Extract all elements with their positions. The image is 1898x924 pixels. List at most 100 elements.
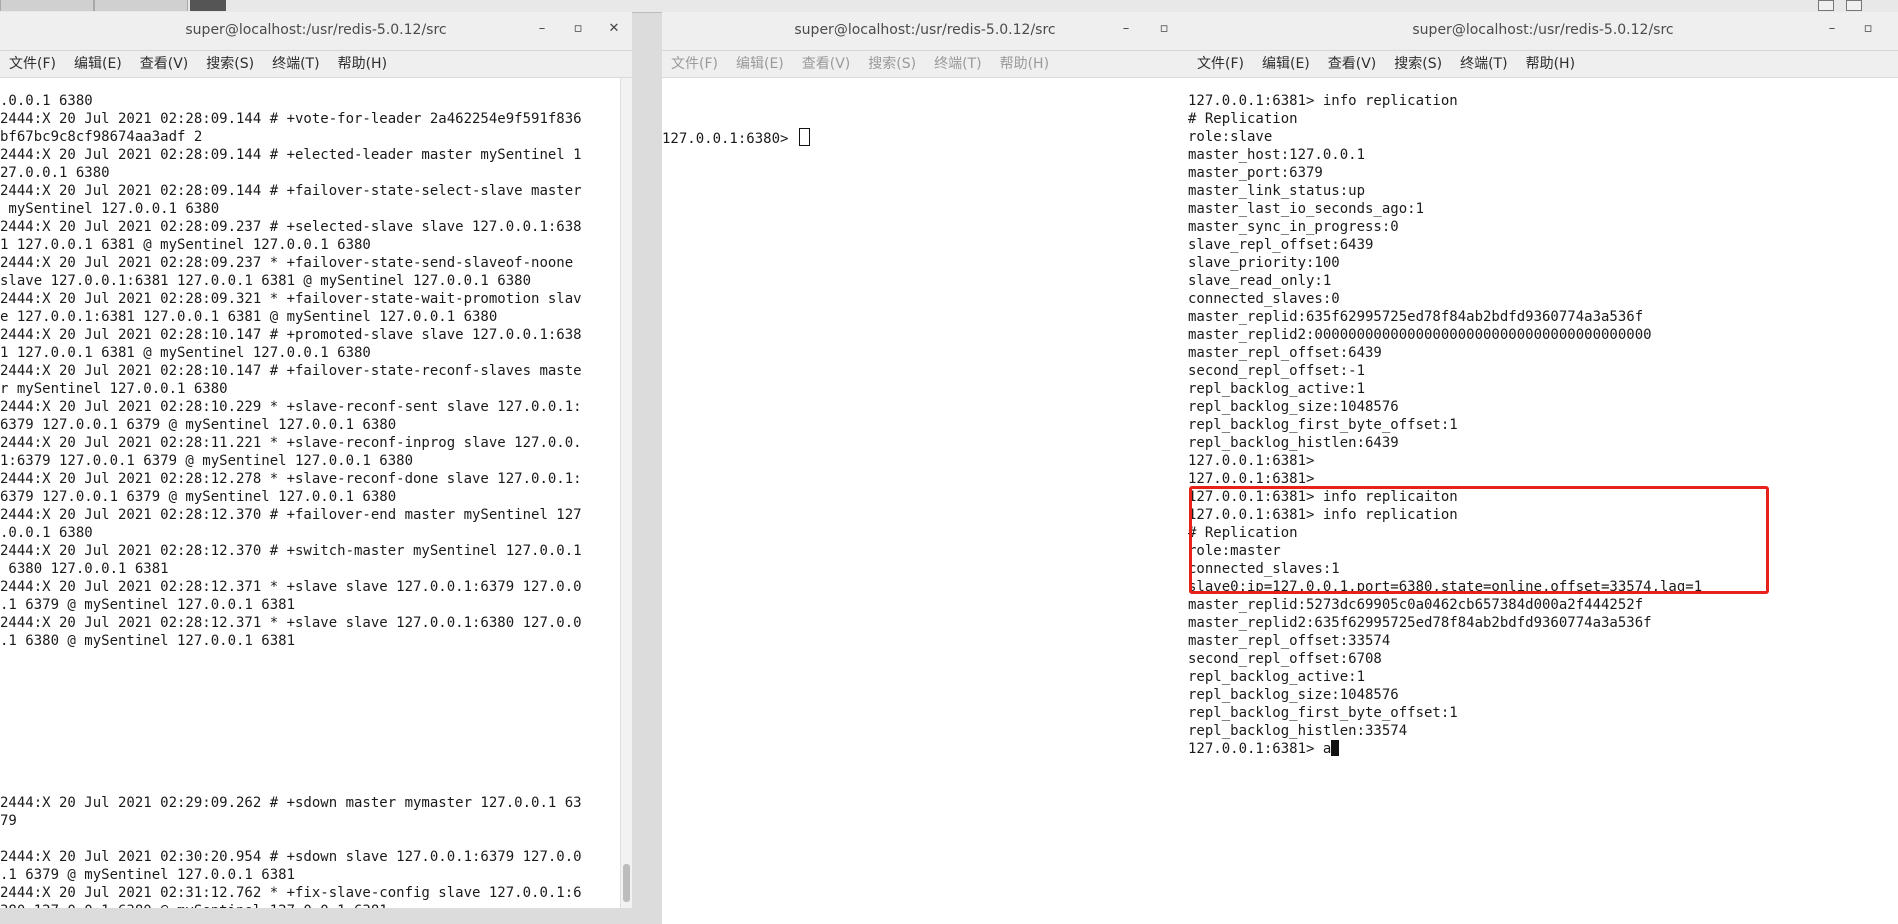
panel-close-icon[interactable]	[1846, 0, 1862, 11]
output-line: master_replid2:635f62995725ed78f84ab2bdf…	[1188, 615, 1652, 631]
text-cursor	[798, 128, 810, 146]
minimize-icon[interactable]: –	[534, 21, 550, 37]
scroll-thumb[interactable]	[623, 864, 630, 902]
titlebar[interactable]: super@localhost:/usr/redis-5.0.12/src – …	[662, 12, 1188, 51]
log-line: 1:6379 127.0.0.1 6379 @ mySentinel 127.0…	[0, 453, 414, 469]
output-line: master_replid:635f62995725ed78f84ab2bdfd…	[1188, 309, 1644, 325]
menu-item[interactable]: 文件(F)	[662, 51, 727, 77]
terminal-output[interactable]: .0.0.1 6380 2444:X 20 Jul 2021 02:28:09.1…	[0, 92, 632, 908]
log-line: 2444:X 20 Jul 2021 02:28:09.237 * +failo…	[0, 255, 574, 271]
log-line: 2444:X 20 Jul 2021 02:28:12.370 # +switc…	[0, 543, 582, 559]
output-line: slave_repl_offset:6439	[1188, 237, 1374, 253]
terminal-prompt-line: 127.0.0.1:6381> a	[1188, 740, 1898, 758]
log-line: .1 6379 @ mySentinel 127.0.0.1 6381	[0, 597, 296, 613]
terminal-window-6380[interactable]: super@localhost:/usr/redis-5.0.12/src – …	[662, 12, 1188, 924]
prompt-text: 127.0.0.1:6380>	[662, 131, 797, 146]
output-line: slave_priority:100	[1188, 255, 1340, 271]
output-line: connected_slaves:0	[1188, 291, 1340, 307]
scrollbar[interactable]	[620, 78, 632, 908]
log-line: 6380 127.0.0.1 6381	[0, 561, 169, 577]
window-title: super@localhost:/usr/redis-5.0.12/src	[1412, 22, 1674, 38]
menu-item[interactable]: 帮助(H)	[329, 51, 396, 77]
output-line: repl_backlog_active:1	[1188, 381, 1366, 397]
log-line: .1 6380 @ mySentinel 127.0.0.1 6381	[0, 633, 296, 649]
log-line: 6379 127.0.0.1 6379 @ mySentinel 127.0.0…	[0, 417, 397, 433]
minimize-icon[interactable]: –	[1118, 21, 1134, 37]
menu-item[interactable]: 终端(T)	[263, 51, 328, 77]
titlebar[interactable]: super@localhost:/usr/redis-5.0.12/src – …	[0, 12, 632, 51]
maximize-icon[interactable]: ▫	[1860, 21, 1876, 37]
log-line: 2444:X 20 Jul 2021 02:29:09.262 # +sdown…	[0, 795, 582, 811]
menu-item[interactable]: 帮助(H)	[991, 51, 1058, 77]
output-line: master_repl_offset:33574	[1188, 633, 1391, 649]
output-line: # Replication	[1188, 111, 1298, 127]
output-line: master_replid2:0000000000000000000000000…	[1188, 327, 1652, 343]
titlebar[interactable]: super@localhost:/usr/redis-5.0.12/src – …	[1188, 12, 1898, 51]
menu-item[interactable]: 搜索(S)	[1385, 51, 1451, 77]
terminal-window-6381[interactable]: super@localhost:/usr/redis-5.0.12/src – …	[1188, 12, 1898, 924]
output-line: repl_backlog_first_byte_offset:1	[1188, 705, 1458, 721]
terminal-output[interactable]: 127.0.0.1:6380>	[662, 92, 1188, 182]
menu-item[interactable]: 查看(V)	[131, 51, 198, 77]
log-line: 2444:X 20 Jul 2021 02:31:12.762 * +fix-s…	[0, 885, 582, 901]
output-line: repl_backlog_size:1048576	[1188, 399, 1399, 415]
log-line: 2444:X 20 Jul 2021 02:28:09.144 # +elect…	[0, 147, 582, 163]
prompt-text: 127.0.0.1:6381>	[1188, 741, 1323, 757]
log-line: 2444:X 20 Jul 2021 02:28:09.321 * +failo…	[0, 291, 582, 307]
menu-item[interactable]: 搜索(S)	[197, 51, 263, 77]
log-line: 2444:X 20 Jul 2021 02:28:09.144 # +failo…	[0, 183, 582, 199]
log-line: 2444:X 20 Jul 2021 02:28:10.229 * +slave…	[0, 399, 582, 415]
terminal-output[interactable]: 127.0.0.1:6381> info replication # Replic…	[1188, 92, 1898, 758]
output-line: repl_backlog_active:1	[1188, 669, 1366, 685]
log-line: 27.0.0.1 6380	[0, 165, 110, 181]
log-line: 1 127.0.0.1 6381 @ mySentinel 127.0.0.1 …	[0, 345, 371, 361]
maximize-icon[interactable]: ▫	[570, 21, 586, 37]
menu-item[interactable]: 终端(T)	[1451, 51, 1516, 77]
log-line: bf67bc9c8cf98674aa3adf 2	[0, 129, 203, 145]
taskbar-thumbnail[interactable]	[190, 0, 226, 11]
output-line: role:slave	[1188, 129, 1273, 145]
menu-item[interactable]: 查看(V)	[793, 51, 860, 77]
menu-item[interactable]: 查看(V)	[1319, 51, 1386, 77]
output-line: 127.0.0.1:6381> info replication	[1188, 93, 1458, 109]
menu-item[interactable]: 编辑(E)	[1253, 51, 1319, 77]
terminal-window-sentinel[interactable]: super@localhost:/usr/redis-5.0.12/src – …	[0, 12, 632, 908]
log-line: 2444:X 20 Jul 2021 02:28:10.147 # +promo…	[0, 327, 582, 343]
log-line: r mySentinel 127.0.0.1 6380	[0, 381, 228, 397]
menu-item[interactable]: 终端(T)	[925, 51, 990, 77]
log-line: 380 127.0.0.1 6380 @ mySentinel 127.0.0.…	[0, 902, 632, 908]
menu-item[interactable]: 编辑(E)	[65, 51, 131, 77]
log-line: .0.0.1 6380	[0, 93, 93, 109]
typed-input[interactable]: a	[1323, 741, 1331, 757]
output-line: slave_read_only:1	[1188, 273, 1332, 289]
close-icon[interactable]: ✕	[606, 21, 622, 37]
menu-item[interactable]: 文件(F)	[1188, 51, 1253, 77]
output-line: 127.0.0.1:6381>	[1188, 453, 1315, 469]
log-line: .1 6379 @ mySentinel 127.0.0.1 6381	[0, 867, 296, 883]
maximize-icon[interactable]: ▫	[1156, 21, 1172, 37]
menu-item[interactable]: 搜索(S)	[859, 51, 925, 77]
panel-restore-icon[interactable]	[1818, 0, 1834, 11]
output-line: master_repl_offset:6439	[1188, 345, 1382, 361]
menu-bar: 文件(F) 编辑(E) 查看(V) 搜索(S) 终端(T) 帮助(H)	[0, 51, 632, 78]
menu-item[interactable]: 文件(F)	[0, 51, 65, 77]
menu-item[interactable]: 帮助(H)	[1517, 51, 1584, 77]
output-line: master_sync_in_progress:0	[1188, 219, 1399, 235]
output-line: master_replid:5273dc69905c0a0462cb657384…	[1188, 597, 1644, 613]
log-line: 2444:X 20 Jul 2021 02:28:12.371 * +slave…	[0, 615, 582, 631]
taskbar-tab-1[interactable]	[0, 0, 94, 11]
log-line: 2444:X 20 Jul 2021 02:28:10.147 # +failo…	[0, 363, 582, 379]
taskbar-tab-2[interactable]	[94, 0, 188, 11]
log-line: 2444:X 20 Jul 2021 02:28:11.221 * +slave…	[0, 435, 582, 451]
log-line: .0.0.1 6380	[0, 525, 93, 541]
text-cursor	[1331, 740, 1340, 756]
output-line: master_host:127.0.0.1	[1188, 147, 1366, 163]
menu-item[interactable]: 编辑(E)	[727, 51, 793, 77]
minimize-icon[interactable]: –	[1824, 21, 1840, 37]
log-line: 1 127.0.0.1 6381 @ mySentinel 127.0.0.1 …	[0, 237, 371, 253]
log-line: 2444:X 20 Jul 2021 02:28:12.278 * +slave…	[0, 471, 582, 487]
